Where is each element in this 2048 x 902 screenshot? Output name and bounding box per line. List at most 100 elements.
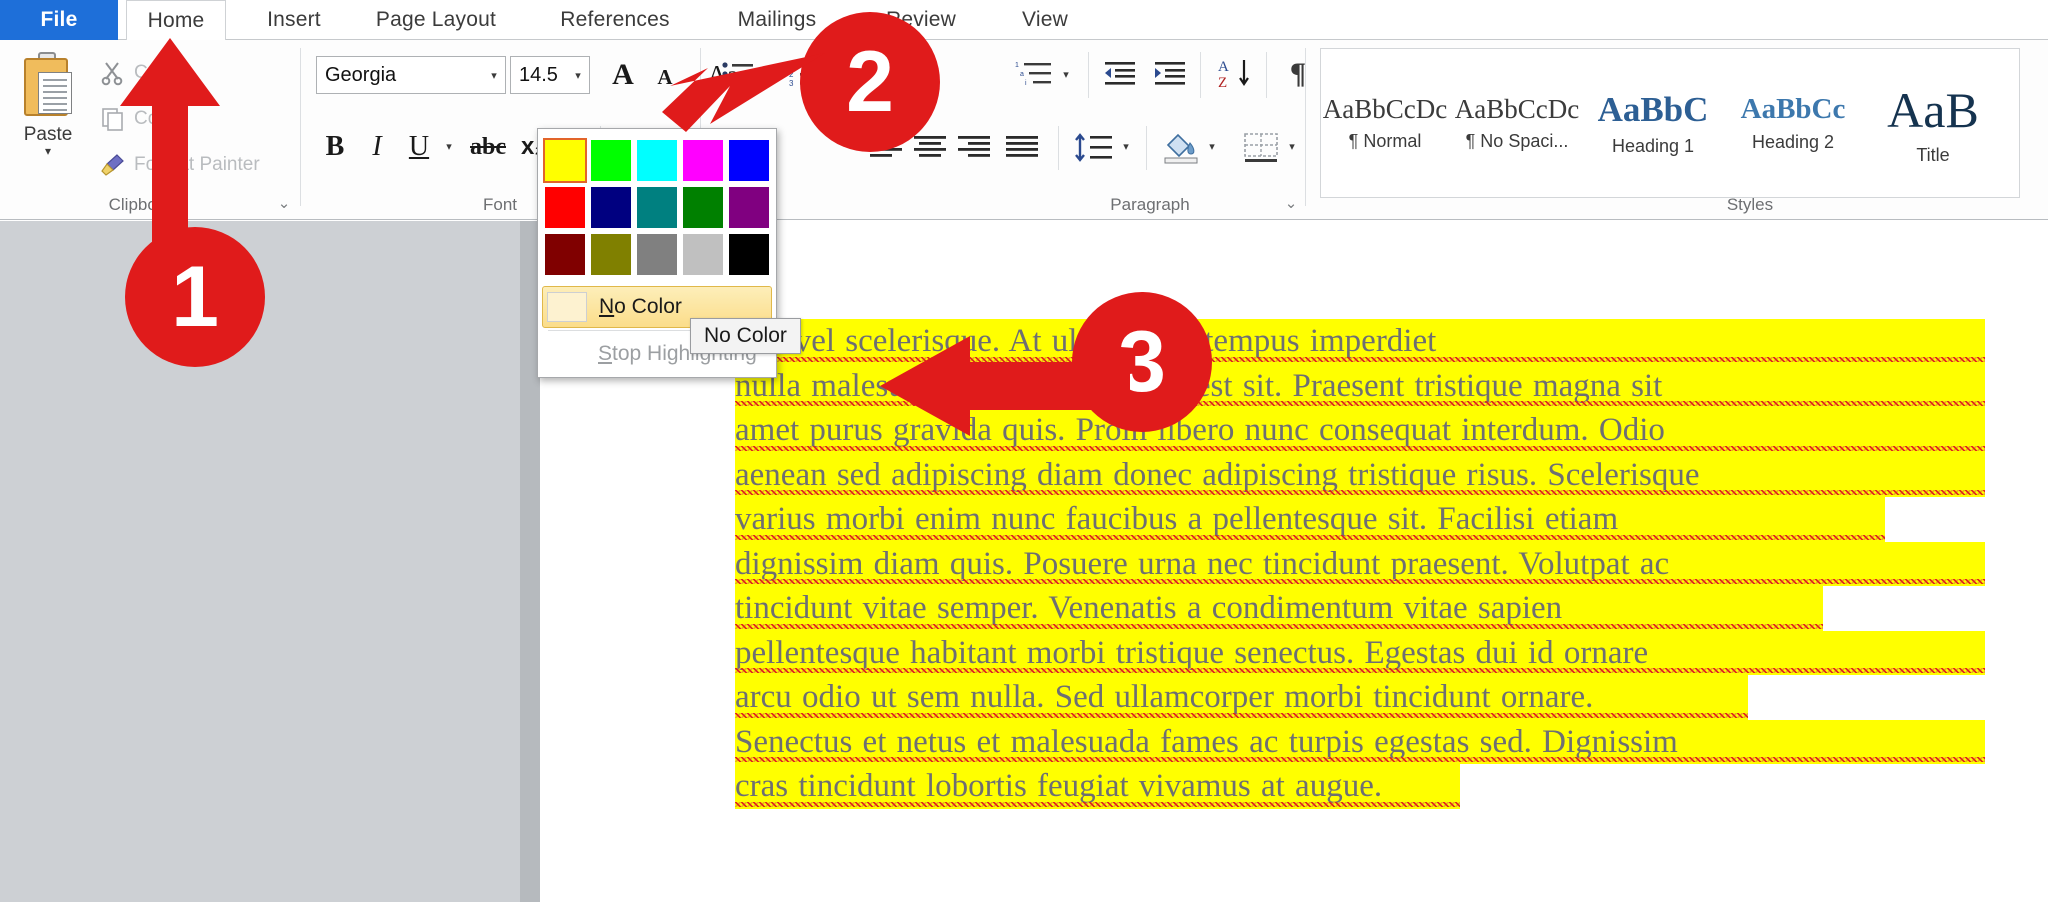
strikethrough-label: abc <box>470 133 506 160</box>
decrease-indent-button[interactable] <box>1098 54 1142 94</box>
style-label: ¶ Normal <box>1348 131 1422 151</box>
paste-label: Paste <box>23 124 73 145</box>
swatch-green[interactable] <box>682 186 724 229</box>
increase-indent-icon <box>1155 62 1185 85</box>
swatch-dark-yellow[interactable] <box>590 233 632 276</box>
swatch-red[interactable] <box>544 186 586 229</box>
style-preview: AaBbCcDc <box>1454 94 1580 124</box>
stop-highlighting-accesskey: S <box>598 342 613 365</box>
spellcheck-squiggle <box>735 490 1985 495</box>
ribbon: Paste ▾ Cut Copy <box>0 40 2048 220</box>
swatch-gray-25-[interactable] <box>682 233 724 276</box>
paste-button[interactable]: Paste ▾ <box>10 48 86 178</box>
font-name-combo[interactable]: Georgia ▾ <box>316 56 506 94</box>
borders-icon <box>1244 133 1278 162</box>
bold-label: B <box>325 131 345 162</box>
underline-label: U <box>408 131 430 162</box>
align-right-icon <box>958 136 990 157</box>
stop-highlighting-chip <box>546 339 586 369</box>
group-label-styles: Styles <box>1726 195 1774 214</box>
document-line[interactable]: pellentesque habitant morbi tristique se… <box>735 630 1985 675</box>
align-right-button[interactable] <box>952 128 996 168</box>
spellcheck-squiggle <box>735 579 1985 584</box>
tab-page-layout[interactable]: Page Layout <box>356 0 516 40</box>
increase-indent-button[interactable] <box>1148 54 1192 94</box>
style-preview: AaBbC <box>1597 89 1709 129</box>
borders-caret-icon[interactable]: ▾ <box>1284 136 1300 156</box>
svg-text:i: i <box>1025 80 1027 87</box>
multilevel-list-button[interactable]: 1 a i <box>1010 54 1058 94</box>
ribbon-tab-strip: File Home Insert Page Layout References … <box>0 0 2048 40</box>
document-line[interactable]: cras tincidunt lobortis feugiat vivamus … <box>735 764 1985 809</box>
swatch-violet[interactable] <box>728 186 770 229</box>
annotation-arrow-2 <box>662 53 825 132</box>
svg-text:a: a <box>1020 71 1024 78</box>
style-normal[interactable]: AaBbCcDc ¶ Normal <box>1321 49 1449 197</box>
style-preview: AaBbCcDc <box>1322 94 1448 124</box>
style-title[interactable]: AaB Title <box>1869 49 1997 197</box>
style-preview: AaB <box>1887 81 1979 138</box>
spellcheck-squiggle <box>735 623 1823 629</box>
annotation-arrow-3 <box>880 336 1130 436</box>
no-color-chip <box>547 292 587 322</box>
no-color-label: No Color <box>599 295 682 318</box>
shading-caret-icon[interactable]: ▾ <box>1204 136 1220 156</box>
document-line[interactable]: tincidunt vitae semper. Venenatis a cond… <box>735 586 1985 631</box>
style-label: Title <box>1916 144 1950 165</box>
style-label: Heading 2 <box>1751 132 1835 152</box>
tab-insert[interactable]: Insert <box>248 0 340 40</box>
justify-button[interactable] <box>1000 128 1044 168</box>
chevron-down-icon[interactable]: ▾ <box>567 69 589 82</box>
clipboard-dialog-launcher[interactable]: ⌄ <box>275 195 293 213</box>
spellcheck-squiggle <box>735 757 1985 762</box>
shading-button[interactable] <box>1158 126 1204 170</box>
style-no-spacing[interactable]: AaBbCcDc ¶ No Spaci... <box>1453 49 1581 197</box>
swatch-gray-50-[interactable] <box>636 233 678 276</box>
swatch-dark-blue[interactable] <box>590 186 632 229</box>
show-formatting-marks-button[interactable]: ¶ <box>1278 52 1318 96</box>
swatch-teal[interactable] <box>636 186 678 229</box>
swatch-yellow[interactable] <box>543 138 587 183</box>
bold-button[interactable]: B <box>316 128 354 166</box>
group-label-paragraph: Paragraph <box>1110 195 1190 214</box>
italic-label: I <box>372 131 382 162</box>
style-label: Heading 1 <box>1611 135 1695 156</box>
paragraph-dialog-launcher[interactable]: ⌄ <box>1282 195 1300 213</box>
document-line[interactable]: varius morbi enim nunc faucibus a pellen… <box>735 497 1985 542</box>
underline-button[interactable]: U <box>400 128 438 166</box>
annotation-arrow-1 <box>120 38 220 258</box>
document-line[interactable]: dignissim diam quis. Posuere urna nec ti… <box>735 541 1985 586</box>
swatch-black[interactable] <box>728 233 770 276</box>
underline-caret-icon[interactable]: ▾ <box>440 136 458 156</box>
font-name-value: Georgia <box>325 63 397 86</box>
document-line[interactable]: arcu odio ut sem nulla. Sed ullamcorper … <box>735 675 1985 720</box>
styles-gallery[interactable]: AaBbCcDc ¶ Normal AaBbCcDc ¶ No Spaci...… <box>1320 48 2020 198</box>
chevron-down-icon[interactable]: ▾ <box>483 69 505 82</box>
svg-text:1: 1 <box>1015 62 1019 69</box>
swatch-dark-red[interactable] <box>544 233 586 276</box>
font-size-value: 14.5 <box>519 63 558 86</box>
style-preview: AaBbCc <box>1740 93 1846 125</box>
justify-icon <box>1006 136 1038 157</box>
tab-view[interactable]: View <box>1000 0 1090 40</box>
italic-button[interactable]: I <box>358 128 396 166</box>
style-heading-1[interactable]: AaBbC Heading 1 <box>1589 49 1717 197</box>
multilevel-caret-icon[interactable]: ▾ <box>1058 64 1074 84</box>
align-center-icon <box>914 136 946 157</box>
sort-button[interactable]: A Z <box>1212 52 1260 96</box>
sort-az-icon: A Z <box>1218 59 1249 91</box>
line-spacing-caret-icon[interactable]: ▾ <box>1118 136 1134 156</box>
svg-text:A: A <box>1218 59 1229 75</box>
spellcheck-squiggle <box>735 668 1985 673</box>
style-heading-2[interactable]: AaBbCc Heading 2 <box>1729 49 1857 197</box>
spellcheck-squiggle <box>735 712 1748 718</box>
spellcheck-squiggle <box>735 445 1985 451</box>
line-spacing-button[interactable] <box>1070 126 1118 170</box>
document-line[interactable]: Senectus et netus et malesuada fames ac … <box>735 719 1985 764</box>
strikethrough-button[interactable]: abc <box>466 128 510 166</box>
font-size-combo[interactable]: 14.5 ▾ <box>510 56 590 94</box>
document-line[interactable]: aenean sed adipiscing diam donec adipisc… <box>735 452 1985 497</box>
line-spacing-icon <box>1075 133 1112 162</box>
paste-caret-icon[interactable]: ▾ <box>45 145 51 157</box>
borders-button[interactable] <box>1238 126 1284 170</box>
